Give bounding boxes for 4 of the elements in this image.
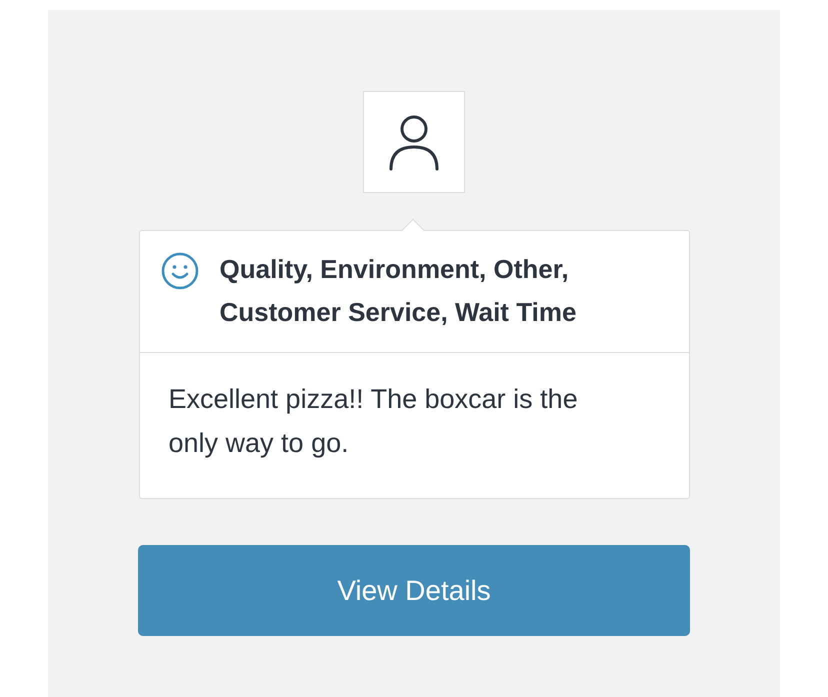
view-details-button[interactable]: View Details <box>138 545 690 636</box>
person-icon <box>388 113 440 171</box>
feedback-categories: Quality, Environment, Other, Customer Service, Wait Time <box>220 253 578 329</box>
feedback-comment: Excellent pizza!! The boxcar is the only way to go. <box>168 383 579 460</box>
